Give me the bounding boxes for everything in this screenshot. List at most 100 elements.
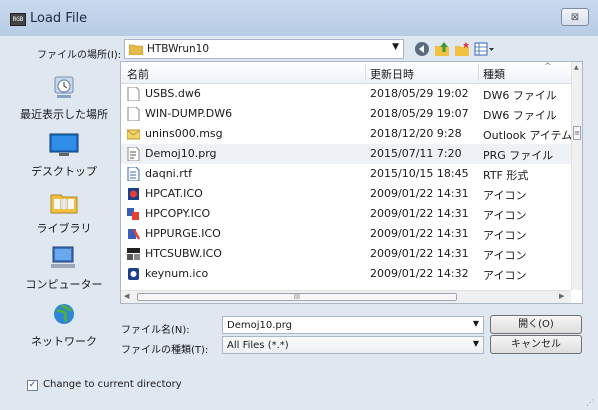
file-type: PRG ファイル bbox=[483, 149, 554, 162]
view-menu-icon[interactable] bbox=[474, 41, 496, 57]
change-directory-checkbox[interactable]: ✓ bbox=[27, 380, 38, 391]
prg-file-icon bbox=[127, 147, 140, 161]
file-date: 2018/05/29 19:07 bbox=[370, 107, 469, 120]
vertical-scrollbar[interactable]: ▲ ≡ bbox=[571, 62, 582, 290]
place-label: ライブラリ bbox=[36, 222, 92, 235]
file-row[interactable]: HTCSUBW.ICO 2009/01/22 14:31 アイコン bbox=[121, 244, 571, 264]
scroll-left-icon[interactable]: ◀ bbox=[124, 292, 129, 300]
file-type: RTF 形式 bbox=[483, 169, 529, 182]
place-label: コンピューター bbox=[25, 278, 103, 291]
app-icon: RGB bbox=[10, 13, 26, 26]
file-date: 2018/05/29 19:02 bbox=[370, 87, 469, 100]
file-row[interactable]: HPPURGE.ICO 2009/01/22 14:31 アイコン bbox=[121, 224, 571, 244]
mail-icon bbox=[127, 129, 140, 140]
file-date: 2009/01/22 14:31 bbox=[370, 187, 469, 200]
file-row-selected[interactable]: Demoj10.prg 2015/07/11 7:20 PRG ファイル bbox=[121, 144, 571, 164]
chevron-down-icon: ▼ bbox=[392, 42, 399, 52]
file-name: HTCSUBW.ICO bbox=[145, 247, 222, 260]
new-folder-icon[interactable] bbox=[454, 41, 470, 57]
file-name: Demoj10.prg bbox=[145, 147, 217, 160]
place-label: 最近表示した場所 bbox=[20, 108, 108, 121]
place-libraries[interactable]: ライブラリ bbox=[16, 189, 112, 236]
file-type: アイコン bbox=[483, 189, 527, 202]
file-name: USBS.dw6 bbox=[145, 87, 201, 100]
chevron-down-icon[interactable]: ▼ bbox=[473, 339, 479, 348]
look-in-combo[interactable]: HTBWrun10 ▼ bbox=[124, 39, 404, 59]
scroll-up-icon[interactable]: ▲ bbox=[574, 64, 579, 71]
filename-label: ファイル名(N): bbox=[121, 325, 190, 336]
place-network[interactable]: ネットワーク bbox=[16, 302, 112, 349]
vertical-scroll-thumb[interactable]: ≡ bbox=[573, 126, 581, 140]
column-header-name[interactable]: 名前 bbox=[127, 66, 149, 82]
place-recent[interactable]: 最近表示した場所 bbox=[16, 75, 112, 122]
list-header: 名前 更新日時 種類 ^ bbox=[121, 62, 571, 84]
file-row[interactable]: keynum.ico 2009/01/22 14:32 アイコン bbox=[121, 264, 571, 284]
file-type: Outlook アイテム bbox=[483, 129, 573, 142]
chevron-down-icon[interactable]: ▼ bbox=[473, 319, 479, 328]
file-row[interactable]: USBS.dw6 2018/05/29 19:02 DW6 ファイル bbox=[121, 84, 571, 104]
rtf-file-icon bbox=[127, 167, 140, 181]
horizontal-scroll-thumb[interactable]: III bbox=[137, 293, 457, 301]
place-label: デスクトップ bbox=[31, 165, 97, 178]
change-directory-label: Change to current directory bbox=[43, 379, 182, 390]
file-name: WIN-DUMP.DW6 bbox=[145, 107, 233, 120]
place-computer[interactable]: コンピューター bbox=[16, 245, 112, 292]
blank-file-icon bbox=[127, 107, 140, 121]
file-row[interactable]: WIN-DUMP.DW6 2018/05/29 19:07 DW6 ファイル bbox=[121, 104, 571, 124]
back-icon[interactable] bbox=[414, 41, 430, 57]
file-type: アイコン bbox=[483, 269, 527, 282]
file-name: unins000.msg bbox=[145, 127, 223, 140]
place-label: ネットワーク bbox=[31, 335, 97, 348]
filename-value: Demoj10.prg bbox=[227, 320, 293, 331]
file-name: daqni.rtf bbox=[145, 167, 192, 180]
file-name: HPCOPY.ICO bbox=[145, 207, 211, 220]
desktop-icon bbox=[49, 133, 79, 156]
close-button[interactable]: ⊠ bbox=[561, 8, 589, 26]
file-row[interactable]: daqni.rtf 2015/10/15 18:45 RTF 形式 bbox=[121, 164, 571, 184]
file-type: DW6 ファイル bbox=[483, 109, 557, 122]
network-icon bbox=[54, 304, 74, 324]
up-folder-icon[interactable] bbox=[434, 41, 450, 57]
file-name: HPCAT.ICO bbox=[145, 187, 203, 200]
open-button[interactable]: 開く(O) bbox=[490, 315, 582, 334]
file-type: DW6 ファイル bbox=[483, 89, 557, 102]
column-header-date[interactable]: 更新日時 bbox=[370, 66, 414, 82]
filetype-label: ファイルの種類(T): bbox=[121, 345, 209, 356]
resize-grip-icon[interactable]: ⋰ bbox=[586, 398, 594, 407]
file-type: アイコン bbox=[483, 249, 527, 262]
file-name: HPPURGE.ICO bbox=[145, 227, 221, 240]
file-date: 2009/01/22 14:32 bbox=[370, 267, 469, 280]
file-row[interactable]: HPCOPY.ICO 2009/01/22 14:31 アイコン bbox=[121, 204, 571, 224]
look-in-label: ファイルの場所(I): bbox=[37, 50, 122, 61]
place-desktop[interactable]: デスクトップ bbox=[16, 132, 112, 179]
keynum-icon bbox=[128, 268, 139, 280]
filetype-value: All Files (*.*) bbox=[227, 340, 289, 351]
computer-icon bbox=[51, 246, 75, 268]
sort-up-icon: ^ bbox=[544, 62, 552, 72]
file-date: 2018/12/20 9:28 bbox=[370, 127, 462, 140]
file-row[interactable]: HPCAT.ICO 2009/01/22 14:31 アイコン bbox=[121, 184, 571, 204]
scroll-right-icon[interactable]: ▶ bbox=[559, 292, 564, 300]
hpcopy-icon bbox=[127, 208, 139, 220]
window-title: Load File bbox=[30, 11, 88, 26]
title-bar[interactable] bbox=[0, 0, 598, 36]
libraries-icon bbox=[50, 194, 78, 214]
column-header-type[interactable]: 種類 bbox=[483, 66, 505, 82]
horizontal-scrollbar[interactable]: ◀ III ▶ bbox=[121, 290, 571, 303]
look-in-value: HTBWrun10 bbox=[147, 43, 210, 55]
file-type: アイコン bbox=[483, 229, 527, 242]
htcsubw-icon bbox=[127, 248, 140, 260]
file-row[interactable]: unins000.msg 2018/12/20 9:28 Outlook アイテ… bbox=[121, 124, 573, 144]
filetype-select[interactable]: All Files (*.*) ▼ bbox=[222, 336, 484, 354]
file-list[interactable]: 名前 更新日時 種類 ^ USBS.dw6 2018/05/29 19:02 D… bbox=[120, 61, 583, 304]
file-name: keynum.ico bbox=[145, 267, 209, 280]
folder-icon bbox=[129, 44, 143, 55]
file-date: 2009/01/22 14:31 bbox=[370, 247, 469, 260]
file-date: 2015/10/15 18:45 bbox=[370, 167, 469, 180]
hppurge-icon bbox=[128, 229, 140, 240]
cancel-button[interactable]: キャンセル bbox=[490, 335, 582, 354]
filename-input[interactable]: Demoj10.prg ▼ bbox=[222, 316, 484, 334]
hpcat-icon bbox=[128, 188, 139, 200]
file-date: 2009/01/22 14:31 bbox=[370, 227, 469, 240]
blank-file-icon bbox=[127, 87, 140, 101]
